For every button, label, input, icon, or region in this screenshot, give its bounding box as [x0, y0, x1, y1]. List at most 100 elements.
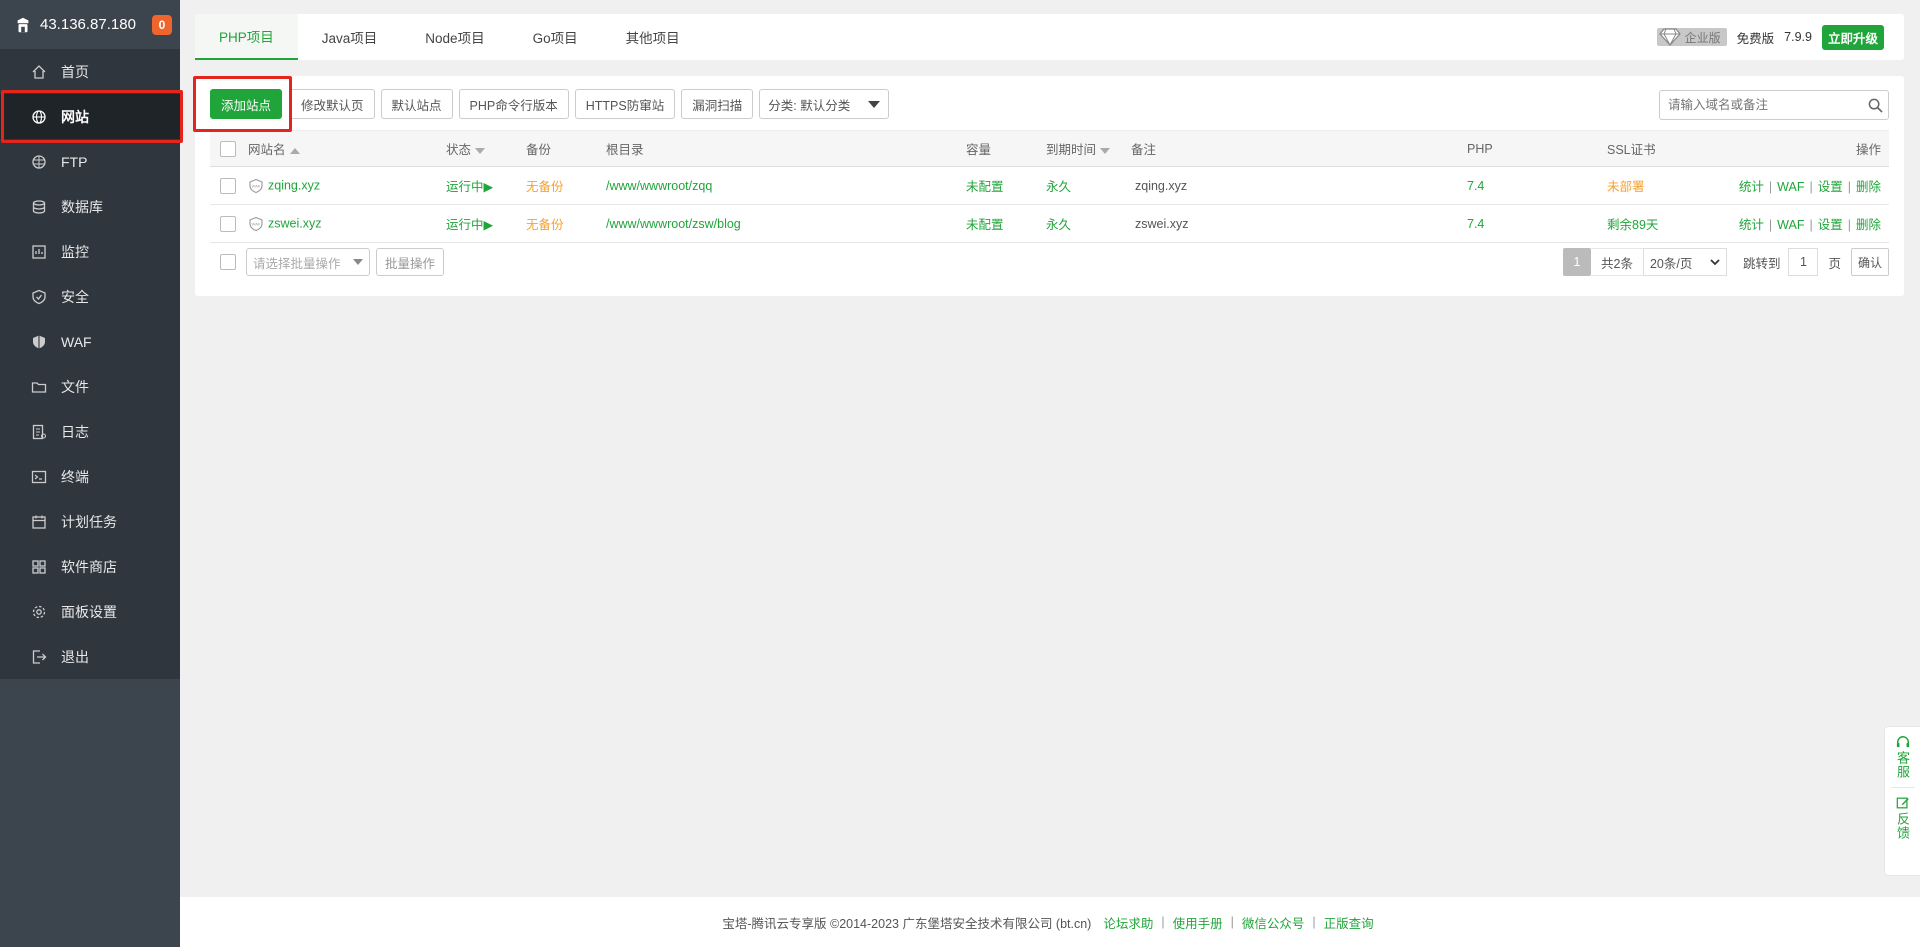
page-number-current[interactable]: 1 [1563, 248, 1591, 276]
vuln-scan-button[interactable]: 漏洞扫描 [681, 89, 754, 119]
col-expire[interactable]: 到期时间 [1046, 130, 1131, 167]
footer-link-manual[interactable]: 使用手册 [1173, 913, 1223, 932]
default-site-button[interactable]: 默认站点 [380, 89, 453, 119]
tab-php[interactable]: PHP项目 [195, 14, 298, 60]
sidebar-item-7[interactable]: 文件 [0, 364, 180, 409]
php-cli-version-button[interactable]: PHP命令行版本 [458, 89, 569, 119]
site-name-link[interactable]: zswei.xyz [268, 216, 321, 230]
batch-action-select[interactable]: 请选择批量操作 [246, 248, 370, 276]
backup-link[interactable]: 无备份 [526, 180, 564, 194]
table-header-row: 网站名 状态 备份 根目录 容量 到期时间 备注 PHP SSL证书 操作 [210, 130, 1889, 167]
root-dir-link[interactable]: /www/wwwroot/zsw/blog [606, 217, 741, 231]
expire-link[interactable]: 永久 [1046, 180, 1071, 194]
search-icon[interactable] [1862, 98, 1888, 113]
site-status-toggle[interactable]: 运行中▶ [446, 180, 493, 194]
col-status[interactable]: 状态 [446, 130, 526, 167]
jump-page-input[interactable]: 1 [1788, 248, 1819, 276]
sidebar-item-11[interactable]: 软件商店 [0, 544, 180, 589]
action-stats-link[interactable]: 统计 [1739, 218, 1764, 232]
toolbar: 添加站点 修改默认页 默认站点 PHP命令行版本 HTTPS防窜站 漏洞扫描 分… [210, 89, 890, 119]
sidebar-item-13[interactable]: 退出 [0, 634, 180, 679]
search-box [1659, 90, 1889, 120]
tab-java[interactable]: Java项目 [298, 14, 402, 60]
calendar-icon [31, 514, 47, 530]
action-delete-link[interactable]: 删除 [1856, 218, 1881, 232]
sidebar-item-label: 面板设置 [61, 603, 117, 620]
batch-action-button[interactable]: 批量操作 [376, 248, 445, 276]
site-name-link[interactable]: zqing.xyz [268, 178, 320, 192]
notification-badge[interactable]: 0 [152, 15, 172, 35]
chevron-down-icon [1710, 259, 1720, 266]
sidebar-item-1[interactable]: 网站 [0, 94, 180, 139]
add-site-button[interactable]: 添加站点 [210, 89, 283, 119]
sidebar-item-0[interactable]: 首页 [0, 49, 180, 94]
root-dir-link[interactable]: /www/wwwroot/zqq [606, 179, 712, 193]
php-version-link[interactable]: 7.4 [1467, 217, 1484, 231]
category-select[interactable]: 分类: 默认分类 [759, 89, 890, 119]
sidebar-item-label: WAF [61, 333, 92, 350]
sidebar-menu: 首页 网站 FTP 数据库监控安全 WAF 文件日志终端 计划任务 软件商店面板设置退出 [0, 49, 180, 679]
ssl-status-link[interactable]: 剩余89天 [1607, 218, 1658, 232]
customer-service-label: 客服 [1895, 751, 1910, 779]
action-settings-link[interactable]: 设置 [1818, 180, 1843, 194]
batch-select-checkbox[interactable] [220, 254, 236, 270]
tab-other[interactable]: 其他项目 [602, 14, 704, 60]
page-size-select[interactable]: 20条/页 [1642, 248, 1727, 276]
sidebar-item-10[interactable]: 计划任务 [0, 499, 180, 544]
sidebar-item-9[interactable]: 终端 [0, 454, 180, 499]
sidebar-item-label: 监控 [61, 243, 89, 260]
action-waf-link[interactable]: WAF [1777, 218, 1804, 232]
database-icon [31, 199, 47, 215]
action-stats-link[interactable]: 统计 [1739, 180, 1764, 194]
sidebar-item-2[interactable]: FTP [0, 139, 180, 184]
terminal-icon [31, 469, 47, 485]
log-icon [31, 424, 47, 440]
quota-link[interactable]: 未配置 [966, 218, 1004, 232]
tab-go[interactable]: Go项目 [509, 14, 602, 60]
footer-link-forum[interactable]: 论坛求助 [1103, 913, 1153, 932]
sort-desc-icon [475, 147, 486, 154]
waf-shield-icon [31, 334, 47, 350]
tab-node[interactable]: Node项目 [401, 14, 508, 60]
feedback-button[interactable]: 反馈 [1885, 796, 1920, 840]
sidebar-item-5[interactable]: 安全 [0, 274, 180, 319]
jump-confirm-button[interactable]: 确认 [1850, 248, 1889, 276]
remark-field[interactable]: zqing.xyz [1135, 179, 1187, 193]
sidebar-item-6[interactable]: WAF [0, 319, 180, 364]
sidebar-item-label: 日志 [61, 423, 89, 440]
expire-link[interactable]: 永久 [1046, 218, 1071, 232]
backup-link[interactable]: 无备份 [526, 218, 564, 232]
edition-info: 企业版 免费版 7.9.9 立即升级 [1656, 14, 1884, 60]
action-settings-link[interactable]: 设置 [1818, 218, 1843, 232]
col-site-name[interactable]: 网站名 [248, 130, 446, 167]
upgrade-button[interactable]: 立即升级 [1821, 24, 1884, 50]
https-guard-button[interactable]: HTTPS防窜站 [574, 89, 676, 119]
modify-default-page-button[interactable]: 修改默认页 [290, 89, 375, 119]
action-delete-link[interactable]: 删除 [1856, 180, 1881, 194]
row-checkbox[interactable] [220, 177, 236, 194]
quota-link[interactable]: 未配置 [966, 180, 1004, 194]
total-count: 共2条 [1591, 248, 1643, 276]
remark-field[interactable]: zswei.xyz [1135, 217, 1188, 231]
site-status-toggle[interactable]: 运行中▶ [446, 218, 493, 232]
sidebar-item-8[interactable]: 日志 [0, 409, 180, 454]
site-shield-icon: WAF [249, 216, 263, 231]
col-expire-label: 到期时间 [1046, 143, 1097, 157]
footer-link-wechat[interactable]: 微信公众号 [1242, 913, 1305, 932]
version-label: 7.9.9 [1784, 30, 1812, 44]
edit-icon [1896, 797, 1909, 809]
ssl-status-link[interactable]: 未部署 [1607, 180, 1645, 194]
sidebar-item-4[interactable]: 监控 [0, 229, 180, 274]
feedback-label: 反馈 [1895, 812, 1910, 840]
footer-link-license[interactable]: 正版查询 [1324, 913, 1374, 932]
customer-service-button[interactable]: 客服 [1885, 735, 1920, 779]
search-input[interactable] [1668, 98, 1862, 112]
free-edition-label: 免费版 [1736, 31, 1775, 46]
php-version-link[interactable]: 7.4 [1467, 179, 1484, 193]
action-waf-link[interactable]: WAF [1777, 180, 1804, 194]
row-checkbox[interactable] [220, 215, 236, 232]
sidebar-item-12[interactable]: 面板设置 [0, 589, 180, 634]
sidebar-item-3[interactable]: 数据库 [0, 184, 180, 229]
enterprise-badge[interactable]: 企业版 [1656, 28, 1727, 46]
select-all-checkbox[interactable] [220, 140, 236, 157]
